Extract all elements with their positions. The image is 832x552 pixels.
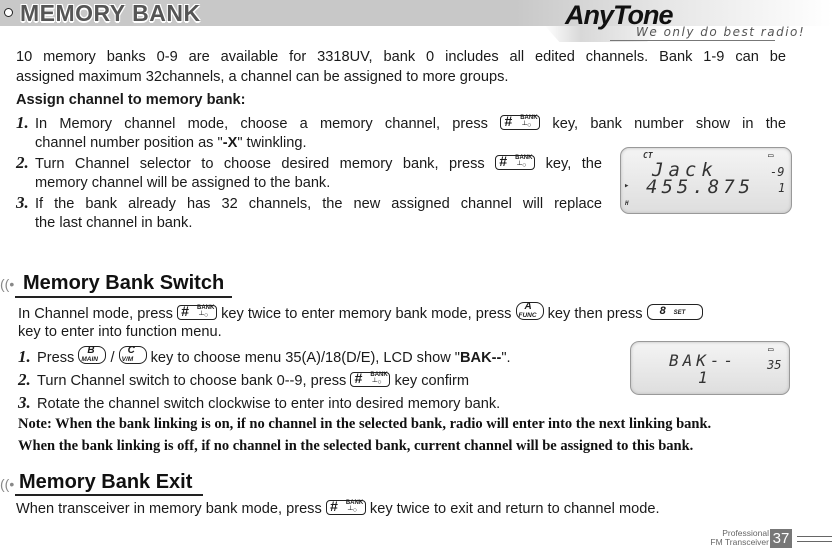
bullet-circle-icon [4, 8, 13, 17]
main-key-icon: B MAIN [78, 345, 107, 364]
page-title: MEMORY BANK [20, 0, 201, 26]
lcd-bank-number: -9 [770, 165, 785, 179]
tagline-underline [610, 40, 775, 41]
bank-key-icon: # BANK ┴○ [495, 154, 536, 170]
step-number: 2. [16, 153, 29, 172]
set-key-icon: 8 SET [646, 304, 703, 320]
note-linking-off: When the bank linking is off, if no chan… [18, 438, 694, 454]
section-underline [15, 494, 203, 496]
battery-icon: ▭ [768, 151, 774, 161]
lcd-bank-value: 1 [698, 368, 708, 387]
battery-icon: ▭ [768, 345, 774, 355]
assign-step-1: 1. In Memory channel mode, choose a memor… [16, 113, 786, 132]
lcd-arrow-icon: ▸ [624, 181, 630, 191]
page-number: 37 [770, 529, 792, 548]
lcd-display-channel: CT ▭ Jack -9 ▸ 455.875 1 H [620, 147, 792, 214]
radio-wave-icon: ((• [0, 476, 15, 492]
section-title-exit: Memory Bank Exit [19, 471, 193, 493]
func-key-icon: A FUNC [515, 301, 544, 320]
assign-step-3-cont: the last channel in bank. [35, 215, 193, 231]
lcd-h-indicator: H [625, 200, 629, 207]
lcd-menu-number: 35 [767, 358, 782, 372]
switch-intro: In Channel mode, press # BANK ┴○ key twice… [18, 301, 788, 324]
intro-line-1: 10 memory banks 0-9 are available for 33… [16, 49, 786, 65]
section-underline [15, 296, 232, 298]
brand-tagline: We only do best radio! [636, 25, 806, 39]
assign-step-1-cont: channel number position as "-X" twinklin… [35, 135, 307, 151]
bank-key-icon: # BANK ┴○ [177, 304, 218, 320]
exit-text: When transceiver in memory bank mode, pr… [16, 498, 660, 517]
bank-key-icon: # BANK ┴○ [350, 371, 391, 387]
footer-label: Professional FM Transceiver [710, 528, 769, 547]
step-number: 3. [16, 193, 29, 212]
assign-step-2: 2. Turn Channel selector to choose desire… [16, 153, 602, 172]
bank-key-icon: # BANK ┴○ [325, 499, 366, 515]
bank-key-icon: # BANK ┴○ [500, 114, 541, 130]
switch-intro-cont: key to enter into function menu. [18, 324, 222, 340]
footer-rule [797, 541, 832, 542]
vm-key-icon: C V/M [118, 345, 147, 364]
assign-step-3: 3. If the bank already has 32 channels, t… [16, 193, 602, 212]
radio-wave-icon: ((• [0, 276, 15, 292]
step-number: 1. [16, 113, 29, 132]
assign-heading: Assign channel to memory bank: [16, 92, 246, 108]
switch-step-2: 2. Turn Channel switch to choose bank 0--… [18, 370, 470, 389]
section-title-switch: Memory Bank Switch [23, 272, 225, 294]
intro-line-2: assigned maximum 32channels, a channel c… [16, 69, 509, 85]
lcd-channel-number: 1 [778, 181, 786, 195]
switch-step-1: 1. Press B MAIN / C V/M key to choose menu … [18, 345, 511, 366]
switch-step-3: 3. Rotate the channel switch clockwise to… [18, 393, 501, 412]
lcd-frequency: 455.875 [646, 176, 755, 198]
note-linking-on: Note: When the bank linking is on, if no… [18, 416, 712, 432]
lcd-display-bank: ▭ BAK-- 35 1 [630, 341, 790, 395]
assign-step-2-cont: memory channel will be assigned to the b… [35, 175, 331, 191]
footer-rule [797, 536, 832, 537]
